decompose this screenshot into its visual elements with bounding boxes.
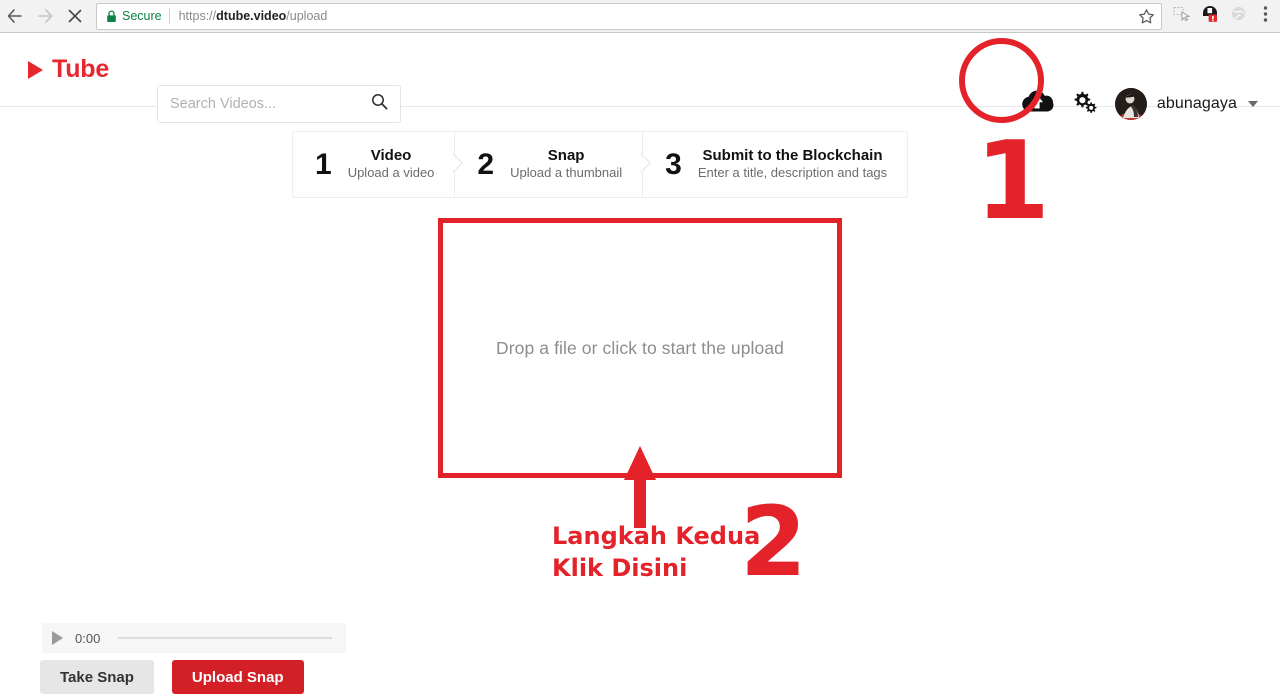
close-icon [67, 8, 83, 24]
security-label: Secure [122, 9, 162, 23]
url-text: https://dtube.video/upload [178, 9, 328, 23]
step-number: 3 [665, 147, 682, 181]
upload-button[interactable] [1009, 81, 1065, 127]
forward-button[interactable] [30, 1, 60, 31]
cursor-extension-icon [1172, 5, 1192, 28]
step-number: 2 [477, 147, 495, 181]
site-header: Tube Search Videos... abunagaya [0, 33, 1280, 123]
browser-toolbar: Secure https://dtube.video/upload [0, 0, 1280, 33]
step-title: Video [370, 146, 412, 164]
address-bar[interactable]: Secure https://dtube.video/upload [96, 2, 1162, 30]
annotation-label: Langkah Kedua Klik Disini [552, 521, 760, 584]
search-box[interactable] [157, 85, 401, 123]
step-title: Submit to the Blockchain [702, 146, 883, 164]
snap-actions: Take Snap Upload Snap [40, 660, 304, 694]
back-button[interactable] [0, 1, 30, 31]
avatar[interactable] [1114, 88, 1147, 120]
step-subtitle: Upload a video [347, 165, 435, 181]
logo-text: Tube [52, 55, 110, 83]
globe-extension-icon [1229, 4, 1248, 28]
dropzone-label: Drop a file or click to start the upload [495, 337, 785, 358]
annotation-label-line1: Langkah Kedua [552, 522, 761, 550]
take-snap-button[interactable]: Take Snap [40, 660, 154, 694]
step-title: Snap [547, 146, 585, 164]
gears-icon [1071, 89, 1097, 120]
arrow-right-icon [36, 7, 54, 25]
upload-stepper: 1 Video Upload a video 2 Snap Upload a t… [292, 131, 909, 198]
search-icon[interactable] [371, 93, 388, 115]
adblock-extension-icon [1200, 4, 1220, 28]
search-input[interactable] [170, 96, 371, 112]
file-dropzone[interactable]: Drop a file or click to start the upload [438, 218, 842, 478]
player-scrubber[interactable] [118, 637, 332, 639]
play-icon[interactable] [52, 631, 63, 645]
extension-adblock-button[interactable] [1196, 2, 1224, 30]
play-triangle-icon [28, 60, 43, 79]
annotation-label-line2: Klik Disini [552, 553, 688, 582]
upload-snap-button[interactable]: Upload Snap [171, 660, 304, 694]
settings-button[interactable] [1065, 81, 1103, 127]
step-subtitle: Enter a title, description and tags [697, 165, 888, 181]
omnibox-divider [168, 8, 170, 24]
chevron-down-icon[interactable] [1248, 101, 1258, 107]
annotation-number-1: 1 [975, 119, 1050, 244]
player-time: 0:00 [75, 630, 101, 646]
browser-menu-button[interactable] [1252, 2, 1278, 30]
stepper-step-submit[interactable]: 3 Submit to the Blockchain Enter a title… [643, 132, 907, 197]
stop-loading-button[interactable] [60, 1, 90, 31]
username-label[interactable]: abunagaya [1157, 95, 1237, 113]
kebab-menu-icon [1263, 5, 1268, 28]
header-actions: abunagaya [1009, 81, 1258, 127]
stepper-step-snap[interactable]: 2 Snap Upload a thumbnail [455, 132, 642, 197]
extension-cursor-button[interactable] [1168, 2, 1196, 30]
snap-player: 0:00 [42, 623, 346, 653]
extension-globe-button[interactable] [1224, 2, 1252, 30]
step-subtitle: Upload a thumbnail [510, 165, 623, 181]
cloud-upload-icon [1020, 88, 1054, 120]
arrow-left-icon [6, 7, 24, 25]
stepper-step-video[interactable]: 1 Video Upload a video [293, 132, 454, 197]
lock-icon [106, 9, 117, 23]
star-icon[interactable] [1138, 8, 1155, 25]
step-number: 1 [315, 147, 332, 181]
site-logo[interactable]: Tube [28, 55, 109, 84]
annotation-number-2: 2 [740, 486, 807, 598]
